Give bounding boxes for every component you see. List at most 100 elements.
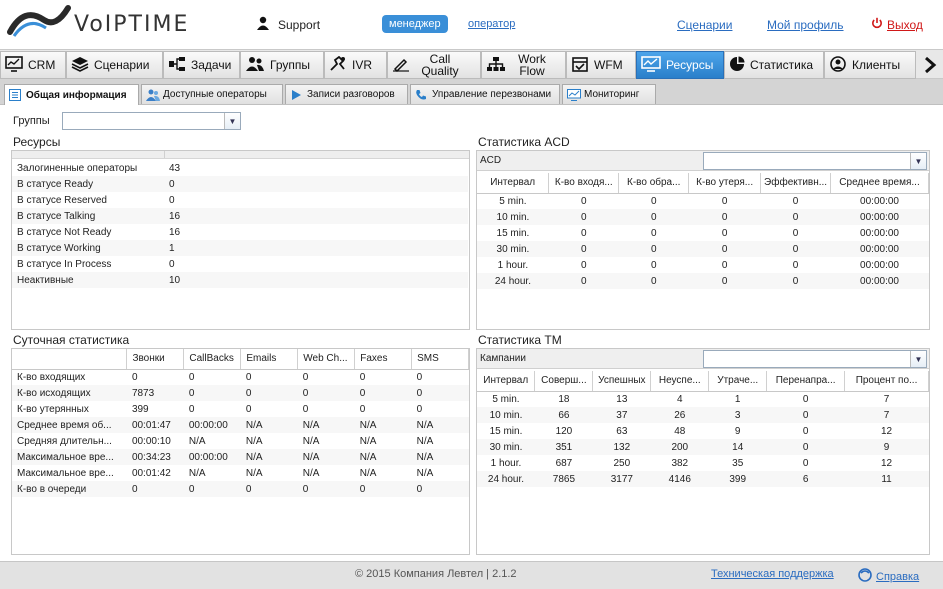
column-header[interactable]: Эффективн...: [760, 173, 832, 194]
table-row[interactable]: К-во утерянных 399 0 0 0 0 0: [12, 401, 469, 417]
tm-filter-label: Кампании: [480, 353, 526, 364]
scenarios-link[interactable]: Сценарии: [677, 18, 732, 32]
table-row[interactable]: 10 min. 0 0 0 0 00:00:00: [477, 209, 929, 225]
table-row[interactable]: В статусе Working 1: [12, 240, 468, 256]
acd-panel: ACD ▼ Интервал К-во входя... К-во обра... К…: [476, 150, 930, 330]
table-cell: 0: [792, 243, 799, 255]
column-header[interactable]: SMS: [411, 349, 469, 370]
nav-groups[interactable]: Группы: [240, 51, 324, 79]
table-row[interactable]: Максимальное вре... 00:01:42 N/A N/A N/A N/A N…: [12, 465, 469, 481]
nav-work-flow[interactable]: Work Flow: [481, 51, 566, 79]
column-header[interactable]: Среднее время...: [830, 173, 929, 194]
table-row[interactable]: К-во исходящих 7873 0 0 0 0 0: [12, 385, 469, 401]
table-row[interactable]: 5 min. 0 0 0 0 00:00:00: [477, 193, 929, 209]
table-cell: Среднее время об...: [17, 419, 112, 431]
nav-clients[interactable]: Клиенты: [824, 51, 916, 79]
column-header[interactable]: Неуспе...: [650, 371, 710, 392]
table-cell: 0: [802, 457, 809, 469]
table-row[interactable]: К-во в очереди 0 0 0 0 0 0: [12, 481, 469, 497]
table-row[interactable]: В статусе Reserved 0: [12, 192, 468, 208]
column-header[interactable]: Перенапра...: [766, 371, 846, 392]
nav-statistics[interactable]: Статистика: [724, 51, 824, 79]
ivr-icon: [329, 55, 347, 75]
table-row[interactable]: 24 hour. 0 0 0 0 00:00:00: [477, 273, 929, 289]
table-row[interactable]: 30 min. 351 132 200 14 0 9: [477, 439, 929, 455]
column-header[interactable]: Web Ch...: [297, 349, 356, 370]
table-row[interactable]: В статусе Ready 0: [12, 176, 468, 192]
nav-tasks[interactable]: Задачи: [163, 51, 240, 79]
nav-call-quality[interactable]: Call Quality: [387, 51, 481, 79]
acd-select[interactable]: ▼: [703, 152, 927, 170]
table-cell: 0: [359, 371, 366, 383]
table-row[interactable]: В статусе Not Ready 16: [12, 224, 468, 240]
profile-link[interactable]: Мой профиль: [767, 18, 844, 32]
column-header[interactable]: Emails: [240, 349, 299, 370]
table-row[interactable]: Залогиненные операторы 43: [12, 160, 468, 176]
table-cell: 0: [802, 441, 809, 453]
table-cell: 0: [359, 403, 366, 415]
nav-work-flow-label: Work Flow: [518, 52, 546, 78]
table-row[interactable]: Среднее время об... 00:01:47 00:00:00 N/A N/…: [12, 417, 469, 433]
table-cell: 6: [802, 473, 809, 485]
nav-scroll-right-icon[interactable]: [917, 51, 943, 79]
role-manager-button[interactable]: менеджер: [382, 15, 448, 33]
column-header[interactable]: Успешных: [592, 371, 652, 392]
main-nav: CRM Сценарии Задачи Группы IVR Call Qual…: [0, 49, 943, 79]
column-header[interactable]: К-во обра...: [618, 173, 690, 194]
nav-resources[interactable]: Ресурсы: [636, 51, 724, 79]
table-cell: 0: [650, 259, 657, 271]
table-row[interactable]: 30 min. 0 0 0 0 00:00:00: [477, 241, 929, 257]
table-row[interactable]: В статусе Talking 16: [12, 208, 468, 224]
column-header[interactable]: К-во утеря...: [688, 173, 762, 194]
table-cell: 00:00:00: [860, 243, 899, 255]
nav-wfm[interactable]: WFM: [566, 51, 636, 79]
table-cell: 0: [302, 403, 309, 415]
table-row[interactable]: К-во входящих 0 0 0 0 0 0: [12, 369, 469, 385]
subtab-monitoring[interactable]: Мониторинг: [562, 84, 656, 104]
nav-resources-label: Ресурсы: [666, 58, 714, 72]
column-header[interactable]: CallBacks: [183, 349, 242, 370]
nav-ivr[interactable]: IVR: [324, 51, 387, 79]
table-row[interactable]: 15 min. 120 63 48 9 0 12: [477, 423, 929, 439]
table-row[interactable]: Максимальное вре... 00:34:23 00:00:00 N/A N/…: [12, 449, 469, 465]
role-operator-link[interactable]: оператор: [468, 18, 515, 30]
subtab-callback-management[interactable]: Управление перезвонами: [410, 84, 560, 104]
table-row[interactable]: 1 hour. 687 250 382 35 0 12: [477, 455, 929, 471]
help-link[interactable]: Справка: [858, 568, 919, 585]
subtab-call-records[interactable]: Записи разговоров: [285, 84, 408, 104]
column-header[interactable]: Соверш...: [534, 371, 594, 392]
table-row[interactable]: 10 min. 66 37 26 3 0 7: [477, 407, 929, 423]
table-row[interactable]: Неактивные 10: [12, 272, 468, 288]
table-row[interactable]: 24 hour. 7865 3177 4146 399 6 11: [477, 471, 929, 487]
subtab-general[interactable]: Общая информация: [4, 84, 139, 105]
column-header[interactable]: Звонки: [126, 349, 185, 370]
table-cell: 7873: [131, 387, 155, 399]
campaigns-select[interactable]: ▼: [703, 350, 927, 368]
column-header[interactable]: Утраче...: [708, 371, 768, 392]
groups-select[interactable]: ▼: [62, 112, 241, 130]
nav-scenarios[interactable]: Сценарии: [66, 51, 163, 79]
column-header[interactable]: Процент по...: [844, 371, 929, 392]
table-row[interactable]: 15 min. 0 0 0 0 00:00:00: [477, 225, 929, 241]
chevron-down-icon[interactable]: ▼: [224, 113, 240, 129]
column-header[interactable]: [12, 349, 128, 370]
table-row[interactable]: Средняя длительн... 00:00:10 N/A N/A N/A N/A N…: [12, 433, 469, 449]
table-cell: 200: [671, 441, 689, 453]
table-row[interactable]: В статусе In Process 0: [12, 256, 468, 272]
table-cell: 12: [880, 457, 893, 469]
table-row[interactable]: 1 hour. 0 0 0 0 00:00:00: [477, 257, 929, 273]
chevron-down-icon[interactable]: ▼: [910, 153, 926, 169]
support-link[interactable]: Техническая поддержка: [711, 568, 834, 580]
nav-crm[interactable]: CRM: [0, 51, 66, 79]
subtab-available-operators[interactable]: Доступные операторы: [141, 84, 283, 104]
chevron-down-icon[interactable]: ▼: [910, 351, 926, 367]
daily-panel: Звонки CallBacks Emails Web Ch... Faxes SMS К…: [11, 348, 470, 555]
table-cell: 37: [616, 409, 628, 421]
column-header[interactable]: Faxes: [354, 349, 413, 370]
table-row[interactable]: 5 min. 18 13 4 1 0 7: [477, 391, 929, 407]
column-header[interactable]: Интервал: [477, 371, 536, 392]
table-cell: 0: [416, 371, 423, 383]
exit-link[interactable]: Выход: [871, 17, 923, 32]
column-header[interactable]: К-во входя...: [548, 173, 620, 194]
column-header[interactable]: Интервал: [477, 173, 550, 194]
